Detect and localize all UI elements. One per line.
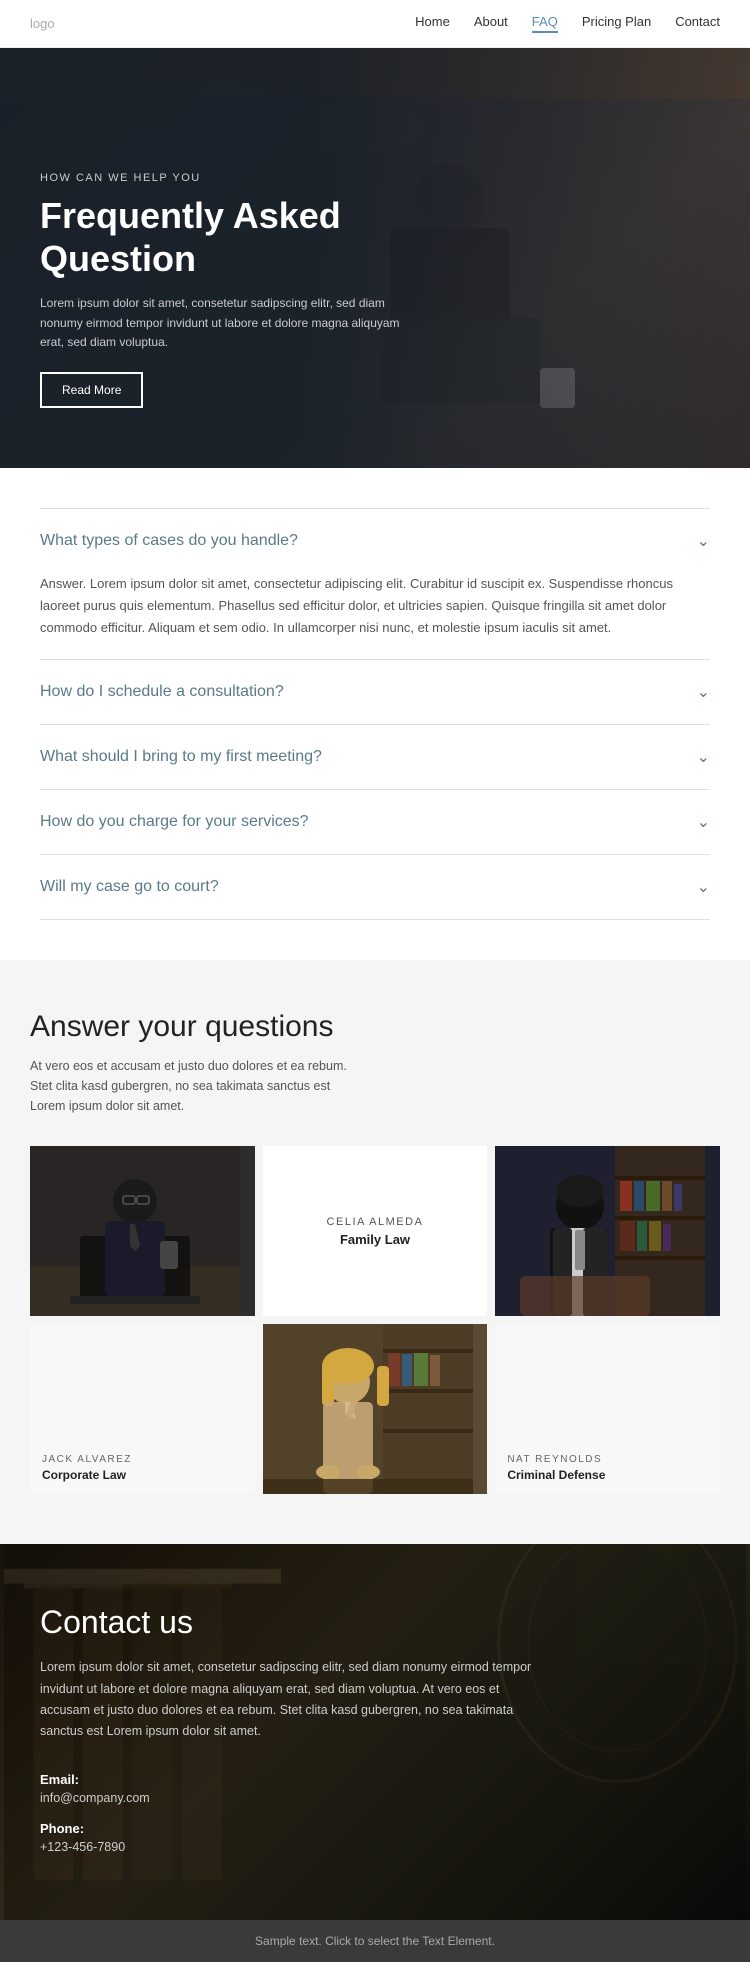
faq-item-4: How do you charge for your services? ⌄ bbox=[40, 790, 710, 855]
lawyer-name-celia: CELIA ALMEDA bbox=[327, 1216, 424, 1228]
nav-faq[interactable]: FAQ bbox=[532, 14, 558, 33]
lawyer-specialty-nat: Criminal Defense bbox=[507, 1468, 708, 1482]
contact-email-label: Email: bbox=[40, 1772, 710, 1787]
contact-section: Contact us Lorem ipsum dolor sit amet, c… bbox=[0, 1544, 750, 1920]
faq-item-1: What types of cases do you handle? ⌄ Ans… bbox=[40, 508, 710, 660]
hero-read-more-button[interactable]: Read More bbox=[40, 372, 143, 408]
nav-pricing[interactable]: Pricing Plan bbox=[582, 14, 651, 33]
hero-section: HOW CAN WE HELP YOU Frequently Asked Que… bbox=[0, 48, 750, 468]
nav-contact[interactable]: Contact bbox=[675, 14, 720, 33]
hero-description: Lorem ipsum dolor sit amet, consetetur s… bbox=[40, 294, 410, 352]
lawyer-info-jack: JACK ALVAREZ Corporate Law bbox=[30, 1442, 255, 1494]
lawyer-name-nat: NAT REYNOLDS bbox=[507, 1454, 708, 1465]
contact-email-field: Email: info@company.com bbox=[40, 1772, 710, 1805]
contact-phone-value: +123-456-7890 bbox=[40, 1840, 710, 1854]
lawyers-grid: CELIA ALMEDA Family Law bbox=[30, 1146, 720, 1494]
lawyers-section-description: At vero eos et accusam et justo duo dolo… bbox=[30, 1056, 350, 1116]
footer: Sample text. Click to select the Text El… bbox=[0, 1920, 750, 1962]
nav-links: Home About FAQ Pricing Plan Contact bbox=[415, 14, 720, 33]
chevron-down-icon: ⌄ bbox=[697, 531, 710, 551]
lawyer-specialty-celia: Family Law bbox=[340, 1232, 410, 1247]
lawyer-photo-man bbox=[30, 1146, 255, 1316]
chevron-down-icon: ⌄ bbox=[697, 877, 710, 897]
logo: logo bbox=[30, 16, 55, 31]
faq-question-3[interactable]: What should I bring to my first meeting?… bbox=[40, 725, 710, 789]
contact-title: Contact us bbox=[40, 1604, 710, 1641]
lawyer-card-man-desk bbox=[30, 1146, 255, 1316]
lawyer-photo-woman-bookshelf bbox=[495, 1146, 720, 1316]
lawyer-name-jack: JACK ALVAREZ bbox=[42, 1454, 243, 1465]
hero-title: Frequently Asked Question bbox=[40, 194, 410, 280]
footer-text: Sample text. Click to select the Text El… bbox=[255, 1934, 495, 1948]
lawyer-card-nat: NAT REYNOLDS Criminal Defense bbox=[495, 1324, 720, 1494]
lawyer-specialty-jack: Corporate Law bbox=[42, 1468, 243, 1482]
faq-section: What types of cases do you handle? ⌄ Ans… bbox=[0, 468, 750, 960]
lawyers-section: Answer your questions At vero eos et acc… bbox=[0, 960, 750, 1544]
faq-item-2: How do I schedule a consultation? ⌄ bbox=[40, 660, 710, 725]
nav-home[interactable]: Home bbox=[415, 14, 450, 33]
chevron-down-icon: ⌄ bbox=[697, 682, 710, 702]
contact-email-value: info@company.com bbox=[40, 1791, 710, 1805]
faq-item-3: What should I bring to my first meeting?… bbox=[40, 725, 710, 790]
faq-question-1[interactable]: What types of cases do you handle? ⌄ bbox=[40, 509, 710, 573]
chevron-down-icon: ⌄ bbox=[697, 747, 710, 767]
hero-pre-title: HOW CAN WE HELP YOU bbox=[40, 172, 410, 184]
faq-question-4[interactable]: How do you charge for your services? ⌄ bbox=[40, 790, 710, 854]
lawyers-section-title: Answer your questions bbox=[30, 1010, 720, 1044]
chevron-down-icon: ⌄ bbox=[697, 812, 710, 832]
faq-answer-1: Answer. Lorem ipsum dolor sit amet, cons… bbox=[40, 573, 710, 659]
navigation: logo Home About FAQ Pricing Plan Contact bbox=[0, 0, 750, 48]
faq-question-2[interactable]: How do I schedule a consultation? ⌄ bbox=[40, 660, 710, 724]
lawyer-info-nat: NAT REYNOLDS Criminal Defense bbox=[495, 1442, 720, 1494]
faq-item-5: Will my case go to court? ⌄ bbox=[40, 855, 710, 920]
lawyer-photo-blonde bbox=[263, 1324, 488, 1494]
faq-question-5[interactable]: Will my case go to court? ⌄ bbox=[40, 855, 710, 919]
contact-description: Lorem ipsum dolor sit amet, consetetur s… bbox=[40, 1657, 540, 1742]
hero-content: HOW CAN WE HELP YOU Frequently Asked Que… bbox=[40, 172, 410, 408]
lawyer-card-jack: JACK ALVAREZ Corporate Law bbox=[30, 1324, 255, 1494]
lawyer-card-blonde-woman bbox=[263, 1324, 488, 1494]
contact-phone-label: Phone: bbox=[40, 1821, 710, 1836]
lawyer-card-bookshelf-woman bbox=[495, 1146, 720, 1316]
nav-about[interactable]: About bbox=[474, 14, 508, 33]
lawyer-card-celia: CELIA ALMEDA Family Law bbox=[263, 1146, 488, 1316]
contact-content: Contact us Lorem ipsum dolor sit amet, c… bbox=[40, 1604, 710, 1854]
